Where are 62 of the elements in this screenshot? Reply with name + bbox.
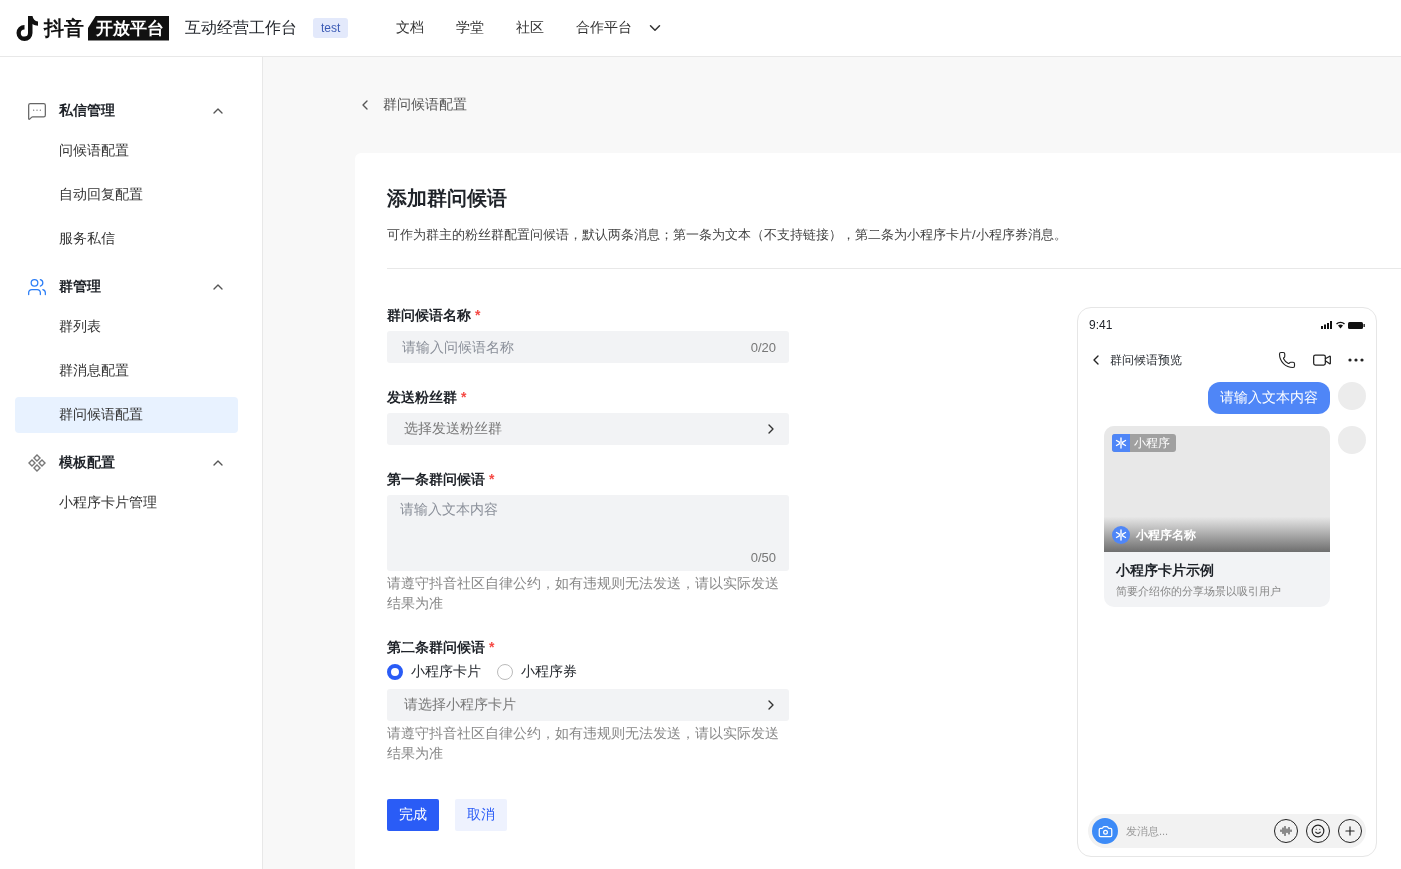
sidebar-item[interactable]: 小程序卡片管理 bbox=[15, 485, 238, 521]
required-mark: * bbox=[489, 639, 495, 657]
sidebar-item[interactable]: 群问候语配置 bbox=[15, 397, 238, 433]
input-box[interactable]: 请输入问候语名称 0/20 bbox=[387, 331, 789, 363]
card-description: 简要介绍你的分享场景以吸引用户 bbox=[1116, 584, 1282, 599]
field-label: 第一条群问候语 bbox=[387, 471, 485, 489]
textarea-field[interactable]: 请输入文本内容 bbox=[400, 501, 776, 550]
card-title: 小程序卡片示例 bbox=[1116, 562, 1215, 580]
input-field[interactable]: 请输入问候语名称 bbox=[400, 338, 751, 356]
radio-button[interactable] bbox=[497, 664, 513, 680]
textarea-box[interactable]: 请输入文本内容 0/50 bbox=[387, 495, 789, 571]
select-field[interactable]: 请选择小程序卡片 bbox=[387, 689, 789, 721]
sidebar-item[interactable]: 群列表 bbox=[15, 309, 238, 345]
sidebar-item[interactable]: 自动回复配置 bbox=[15, 177, 238, 213]
more-icon[interactable] bbox=[1348, 358, 1364, 362]
nav-link[interactable]: 文档 bbox=[396, 19, 425, 37]
status-icons-icon bbox=[1321, 320, 1365, 330]
nav-link[interactable]: 学堂 bbox=[456, 19, 485, 37]
phone-icon bbox=[1278, 351, 1296, 369]
help-text: 请遵守抖音社区自律公约，如有违规则无法发送，请以实际发送结果为准 bbox=[387, 724, 780, 763]
nav-link[interactable]: 社区 bbox=[516, 19, 545, 37]
logo-icon bbox=[14, 14, 40, 42]
cancel-button[interactable]: 取消 bbox=[455, 799, 507, 831]
breadcrumb-link[interactable]: 群问候语配置 bbox=[383, 96, 467, 114]
status-time: 9:41 bbox=[1089, 318, 1113, 332]
logo-text: 抖音 bbox=[44, 15, 84, 41]
field-label: 群问候语名称 bbox=[387, 307, 471, 325]
char-counter: 0/20 bbox=[750, 339, 776, 355]
sidebar-item[interactable]: 服务私信 bbox=[15, 221, 238, 257]
field-label: 第二条群问候语 bbox=[387, 639, 485, 657]
sidebar-group[interactable]: 私信管理 bbox=[15, 89, 238, 133]
nav-link[interactable]: 合作平台 bbox=[576, 19, 665, 37]
field-label: 发送粉丝群 bbox=[387, 389, 457, 407]
sidebar-item[interactable]: 问候语配置 bbox=[15, 133, 238, 169]
diamonds-icon bbox=[27, 453, 47, 473]
app-name: 小程序名称 bbox=[1136, 526, 1196, 544]
required-mark: * bbox=[489, 471, 495, 489]
description: 可作为群主的粉丝群配置问候语，默认两条消息；第一条为文本（不支持链接），第二条为小程序卡片/小程序券消息。 bbox=[387, 226, 1068, 244]
message-bubble: 请输入文本内容 bbox=[1208, 382, 1330, 414]
sidebar-group[interactable]: 群管理 bbox=[15, 265, 238, 309]
submit-button[interactable]: 完成 bbox=[387, 799, 439, 831]
product-name: 互动经营工作台 bbox=[185, 17, 297, 38]
logo-badge: 开放平台 bbox=[88, 15, 169, 41]
char-counter: 0/50 bbox=[750, 550, 776, 565]
radio-option[interactable]: 小程序券 bbox=[497, 663, 577, 681]
sidebar-item[interactable]: 群消息配置 bbox=[15, 353, 238, 389]
camera-icon bbox=[1092, 818, 1118, 844]
app-icon bbox=[1112, 434, 1130, 452]
radio-option[interactable]: 小程序卡片 bbox=[387, 663, 481, 681]
radio-button[interactable] bbox=[387, 664, 403, 680]
env-tag: test bbox=[313, 18, 349, 38]
sidebar-group[interactable]: 模板配置 bbox=[15, 441, 238, 485]
required-mark: * bbox=[461, 389, 467, 407]
users-icon bbox=[27, 277, 47, 297]
help-text: 请遵守抖音社区自律公约，如有违规则无法发送，请以实际发送结果为准 bbox=[387, 574, 780, 613]
select-field[interactable]: 选择发送粉丝群 bbox=[387, 413, 789, 445]
app-icon bbox=[1112, 526, 1130, 544]
page-title: 添加群问候语 bbox=[387, 186, 508, 211]
required-mark: * bbox=[475, 307, 481, 325]
chat-title: 群问候语预览 bbox=[1110, 351, 1183, 369]
chat-icon bbox=[27, 101, 47, 121]
mini-program-tag: 小程序 bbox=[1112, 434, 1176, 452]
